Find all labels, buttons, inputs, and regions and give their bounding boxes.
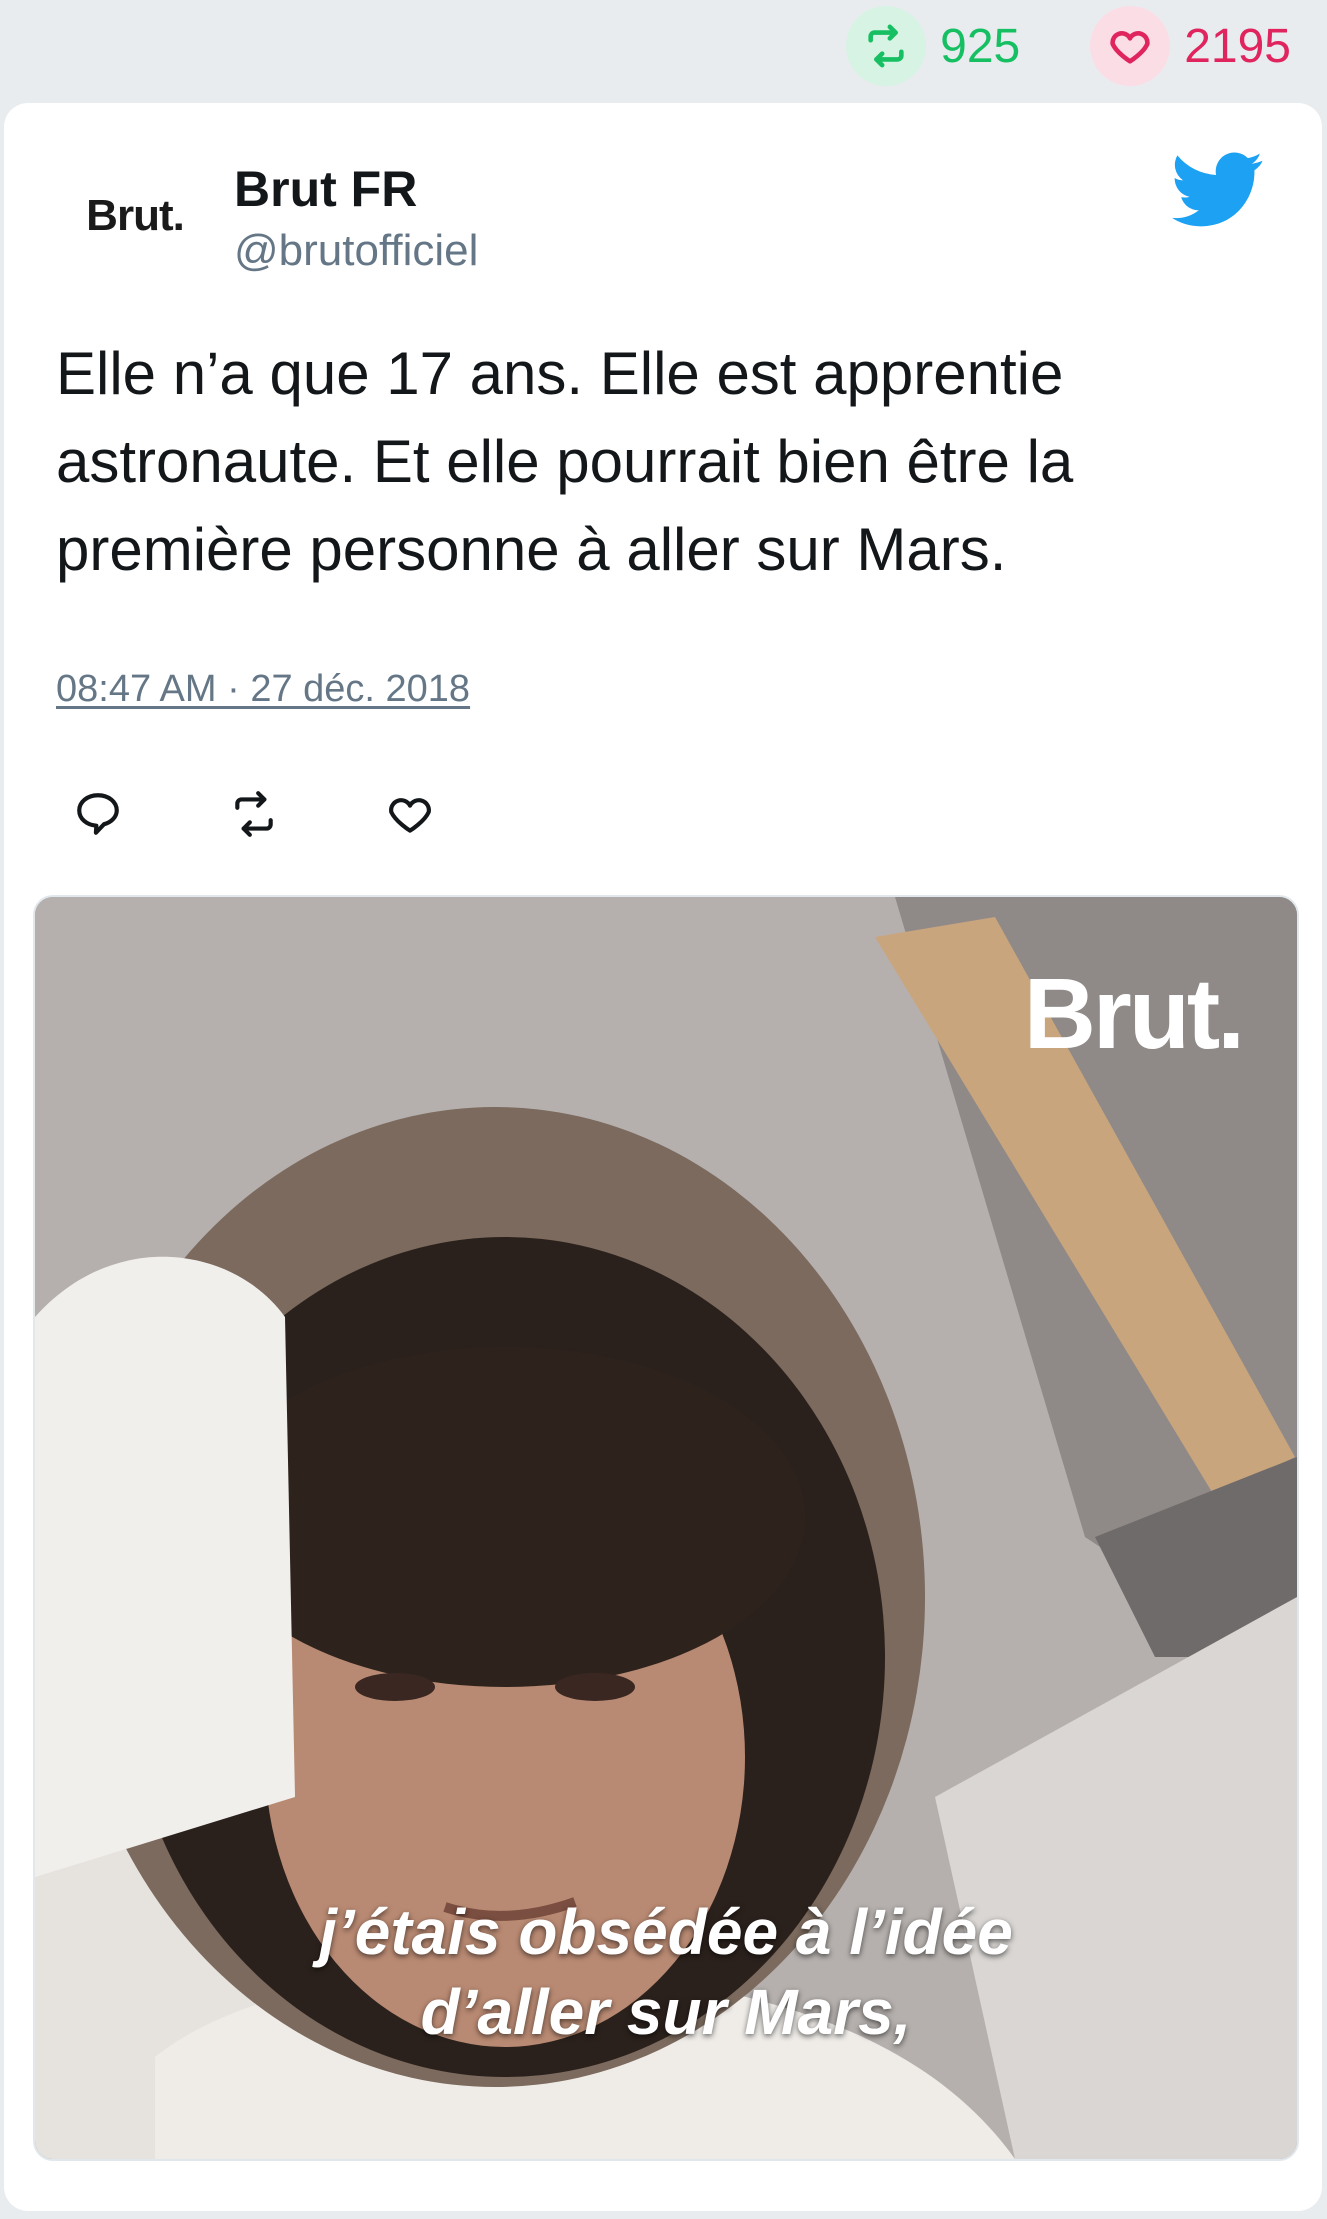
like-count: 2195	[1184, 19, 1291, 73]
heart-icon[interactable]	[1090, 6, 1171, 86]
retweet-icon[interactable]	[226, 786, 282, 842]
media-caption: j’étais obsédée à l’idée d’aller sur Mar…	[35, 1892, 1297, 2052]
tweet-stats: 925 2195	[846, 6, 1291, 86]
retweet-icon[interactable]	[846, 6, 927, 86]
twitter-bird-icon[interactable]	[1172, 142, 1264, 234]
user-handle[interactable]: @brutofficiel	[234, 226, 478, 276]
tweet-actions	[70, 786, 438, 842]
reply-icon[interactable]	[70, 786, 126, 842]
tweet-media-image[interactable]: Brut. j’étais obsédée à l’idée d’aller s…	[33, 895, 1299, 2161]
tweet-text: Elle n’a que 17 ans. Elle est apprentie …	[56, 340, 1074, 583]
heart-icon[interactable]	[382, 786, 438, 842]
media-caption-line-2: d’aller sur Mars,	[420, 1976, 912, 2048]
retweet-stat[interactable]: 925	[846, 6, 1020, 86]
tweet-timestamp[interactable]: 08:47 AM · 27 déc. 2018	[56, 668, 470, 711]
media-watermark: Brut.	[1023, 958, 1245, 1070]
like-stat[interactable]: 2195	[1090, 6, 1291, 86]
retweet-count: 925	[940, 19, 1021, 73]
avatar[interactable]: Brut.	[60, 176, 210, 256]
media-caption-line-1: j’étais obsédée à l’idée	[319, 1896, 1013, 1968]
user-display-name[interactable]: Brut FR	[234, 160, 417, 218]
